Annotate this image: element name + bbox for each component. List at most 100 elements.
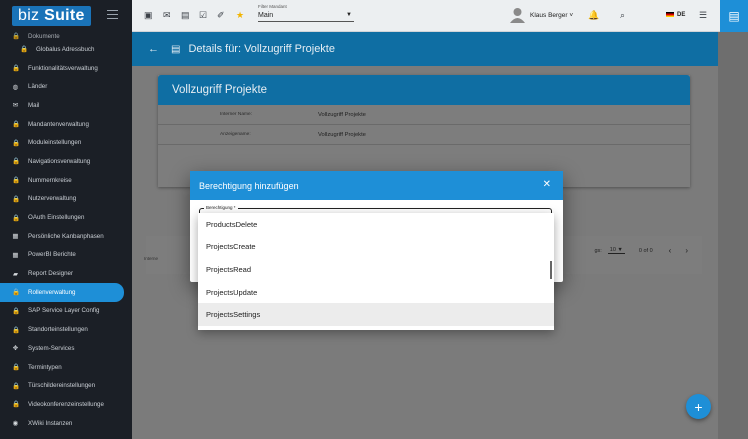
kanban-icon: ▦ [12, 233, 19, 241]
sidebar-item-label: Videokonferenzeinstellunge [28, 400, 104, 408]
sidebar-item-label: Länder [28, 83, 48, 91]
sidebar-item-label: Türschildereinstellungen [28, 382, 96, 390]
permission-option[interactable]: ProductsDelete [198, 213, 554, 236]
sidebar: biz Suite 🔒 Dokumente 🔒 Globalus Adressbu… [0, 0, 132, 439]
folder-icon: ▰ [13, 270, 18, 278]
lock-icon: 🔒 [12, 307, 21, 315]
list-icon[interactable]: ☰ [699, 10, 707, 21]
sidebar-item-dokumente[interactable]: 🔒 Dokumente [0, 32, 132, 40]
user-name: Klaus Berger [530, 12, 568, 19]
lock-icon: 🔒 [12, 326, 21, 334]
avatar[interactable] [510, 7, 525, 23]
sidebar-item[interactable]: ▦ Persönliche Kanbanphasen [0, 227, 132, 246]
calendar-icon[interactable]: ▣ [144, 10, 153, 21]
lock-icon: 🔒 [12, 214, 21, 222]
sidebar-item-label: SAP Service Layer Config [28, 307, 100, 315]
sidebar-item-label: Nutzerverwaltung [28, 195, 77, 203]
bell-icon[interactable]: 🔔 [588, 10, 599, 21]
sidebar-item[interactable]: ▰ Report Designer [0, 264, 132, 283]
page-header: ← ▤ Details für: Vollzugriff Projekte [132, 32, 718, 66]
chart-icon: ▦ [12, 251, 19, 259]
sidebar-item-label: Mandantenverwaltung [28, 120, 89, 128]
chevron-right-icon[interactable]: › [685, 246, 688, 255]
sidebar-item-label: Navigationsverwaltung [28, 157, 91, 165]
sidebar-item[interactable]: 🔒 Rollenverwaltung [0, 282, 124, 302]
permission-option[interactable]: ProjectsSettings [198, 303, 554, 326]
sidebar-item[interactable]: 🔒 Termintypen [0, 358, 132, 377]
lock-icon: 🔒 [12, 65, 21, 73]
sidebar-item[interactable]: 🔒 OAuth Einstellungen [0, 208, 132, 227]
page-title: Details für: Vollzugriff Projekte [188, 43, 335, 55]
sidebar-item[interactable]: 🔒 Globalus Adressbuch [0, 40, 132, 59]
lock-icon: 🔒 [12, 195, 21, 203]
lock-icon: 🔒 [12, 158, 21, 166]
sidebar-item[interactable]: 🔒 Mandantenverwaltung [0, 115, 132, 134]
sidebar-item[interactable]: 🔒 Nummernkreise [0, 171, 132, 190]
close-icon[interactable]: ✕ [543, 179, 551, 190]
filter-value: Main [258, 12, 274, 19]
language-label: DE [677, 12, 686, 19]
permission-option[interactable]: ProjectsCreate [198, 236, 554, 259]
sidebar-item-label: Mail [28, 101, 40, 109]
sidebar-item[interactable]: 🔒 SAP Service Layer Config [0, 302, 132, 321]
mail-icon[interactable]: ✉ [163, 10, 171, 21]
scrollbar[interactable] [550, 261, 552, 279]
contact-card-icon[interactable]: ▤ [181, 10, 190, 21]
sidebar-item-label: Moduleinstellungen [28, 139, 82, 147]
add-button[interactable]: + [686, 394, 711, 419]
sidebar-nav-list: 🔒 Globalus Adressbuch 🔒 Funktionalitätsverw… [0, 40, 132, 432]
user-menu[interactable]: Klaus Berger ˅ [530, 12, 573, 19]
detail-key: Anzeigename: [220, 132, 251, 137]
sidebar-item[interactable]: ◉ XWiki Instanzen [0, 414, 132, 433]
chevron-left-icon[interactable]: ‹ [669, 246, 672, 255]
back-arrow-icon[interactable]: ← [148, 43, 159, 55]
rows-per-page-label: gs: [594, 247, 602, 254]
permission-options-list: ProductsDelete ProjectsCreate ProjectsRead… [198, 213, 554, 330]
sidebar-item[interactable]: 🔒 Standorteinstellungen [0, 320, 132, 339]
sidebar-item[interactable]: ▦ PowerBI Berichte [0, 246, 132, 265]
permission-field-label: Berechtigung * [204, 205, 238, 210]
hamburger-menu-icon[interactable] [107, 10, 118, 19]
detail-row: Anzeigename: Vollzugriff Projekte [158, 125, 690, 145]
sidebar-item-label: Standorteinstellungen [28, 326, 88, 334]
task-check-icon[interactable]: ☑ [199, 10, 207, 21]
lock-icon: 🔒 [12, 139, 21, 147]
sidebar-item-label: Report Designer [28, 270, 74, 278]
app-logo[interactable]: biz Suite [12, 6, 91, 26]
chat-icon[interactable]: ▤ [720, 0, 748, 32]
chevron-down-icon: ˅ [569, 12, 574, 19]
search-icon[interactable]: ⌕ [620, 10, 625, 21]
detail-row: Interner Name: Vollzugriff Projekte [158, 105, 690, 125]
filter-mandant-select[interactable]: Main ▼ [258, 12, 354, 22]
sidebar-item[interactable]: ✥ System-Services [0, 339, 132, 358]
sidebar-item-label: Rollenverwaltung [28, 288, 76, 296]
sidebar-item-label: System-Services [28, 344, 75, 352]
dialog-header: Berechtigung hinzufügen ✕ [190, 171, 563, 200]
sidebar-item[interactable]: ◍ Länder [0, 77, 132, 96]
sidebar-item[interactable]: 🔒 Türschildereinstellungen [0, 376, 132, 395]
sidebar-item[interactable]: 🔒 Nutzerverwaltung [0, 190, 132, 209]
pagination-range: 0 of 0 [638, 247, 653, 254]
language-select[interactable]: DE [666, 12, 685, 18]
pagination: gs: 10 ▼ 0 of 0 ‹ › [594, 246, 688, 255]
favorite-star-icon[interactable]: ★ [236, 10, 244, 21]
sidebar-item[interactable]: ✉ Mail [0, 96, 132, 115]
sidebar-item[interactable]: 🔒 Videokonferenzeinstellunge [0, 395, 132, 414]
lock-icon: 🔒 [12, 33, 21, 40]
sidebar-item-label: PowerBI Berichte [28, 251, 76, 259]
sidebar-item-label: Termintypen [28, 363, 62, 371]
pen-icon[interactable]: ✐ [217, 10, 225, 21]
lock-icon: 🔒 [12, 364, 21, 372]
rows-per-page-select[interactable]: 10 ▼ [607, 247, 625, 254]
sidebar-item[interactable]: 🔒 Moduleinstellungen [0, 133, 132, 152]
sidebar-item[interactable]: 🔒 Navigationsverwaltung [0, 152, 132, 171]
detail-key: Interner Name: [220, 112, 252, 117]
sidebar-item-label: Dokumente [28, 33, 60, 40]
permission-option[interactable]: ProjectsUpdate [198, 281, 554, 304]
lock-icon: 🔒 [12, 121, 21, 129]
sidebar-item[interactable]: 🔒 Funktionalitätsverwaltung [0, 59, 132, 78]
dialog-title: Berechtigung hinzufügen [199, 180, 299, 191]
lock-icon: 🔒 [12, 401, 21, 409]
permission-option[interactable]: ProjectsRead [198, 258, 554, 281]
right-panel [718, 32, 748, 439]
